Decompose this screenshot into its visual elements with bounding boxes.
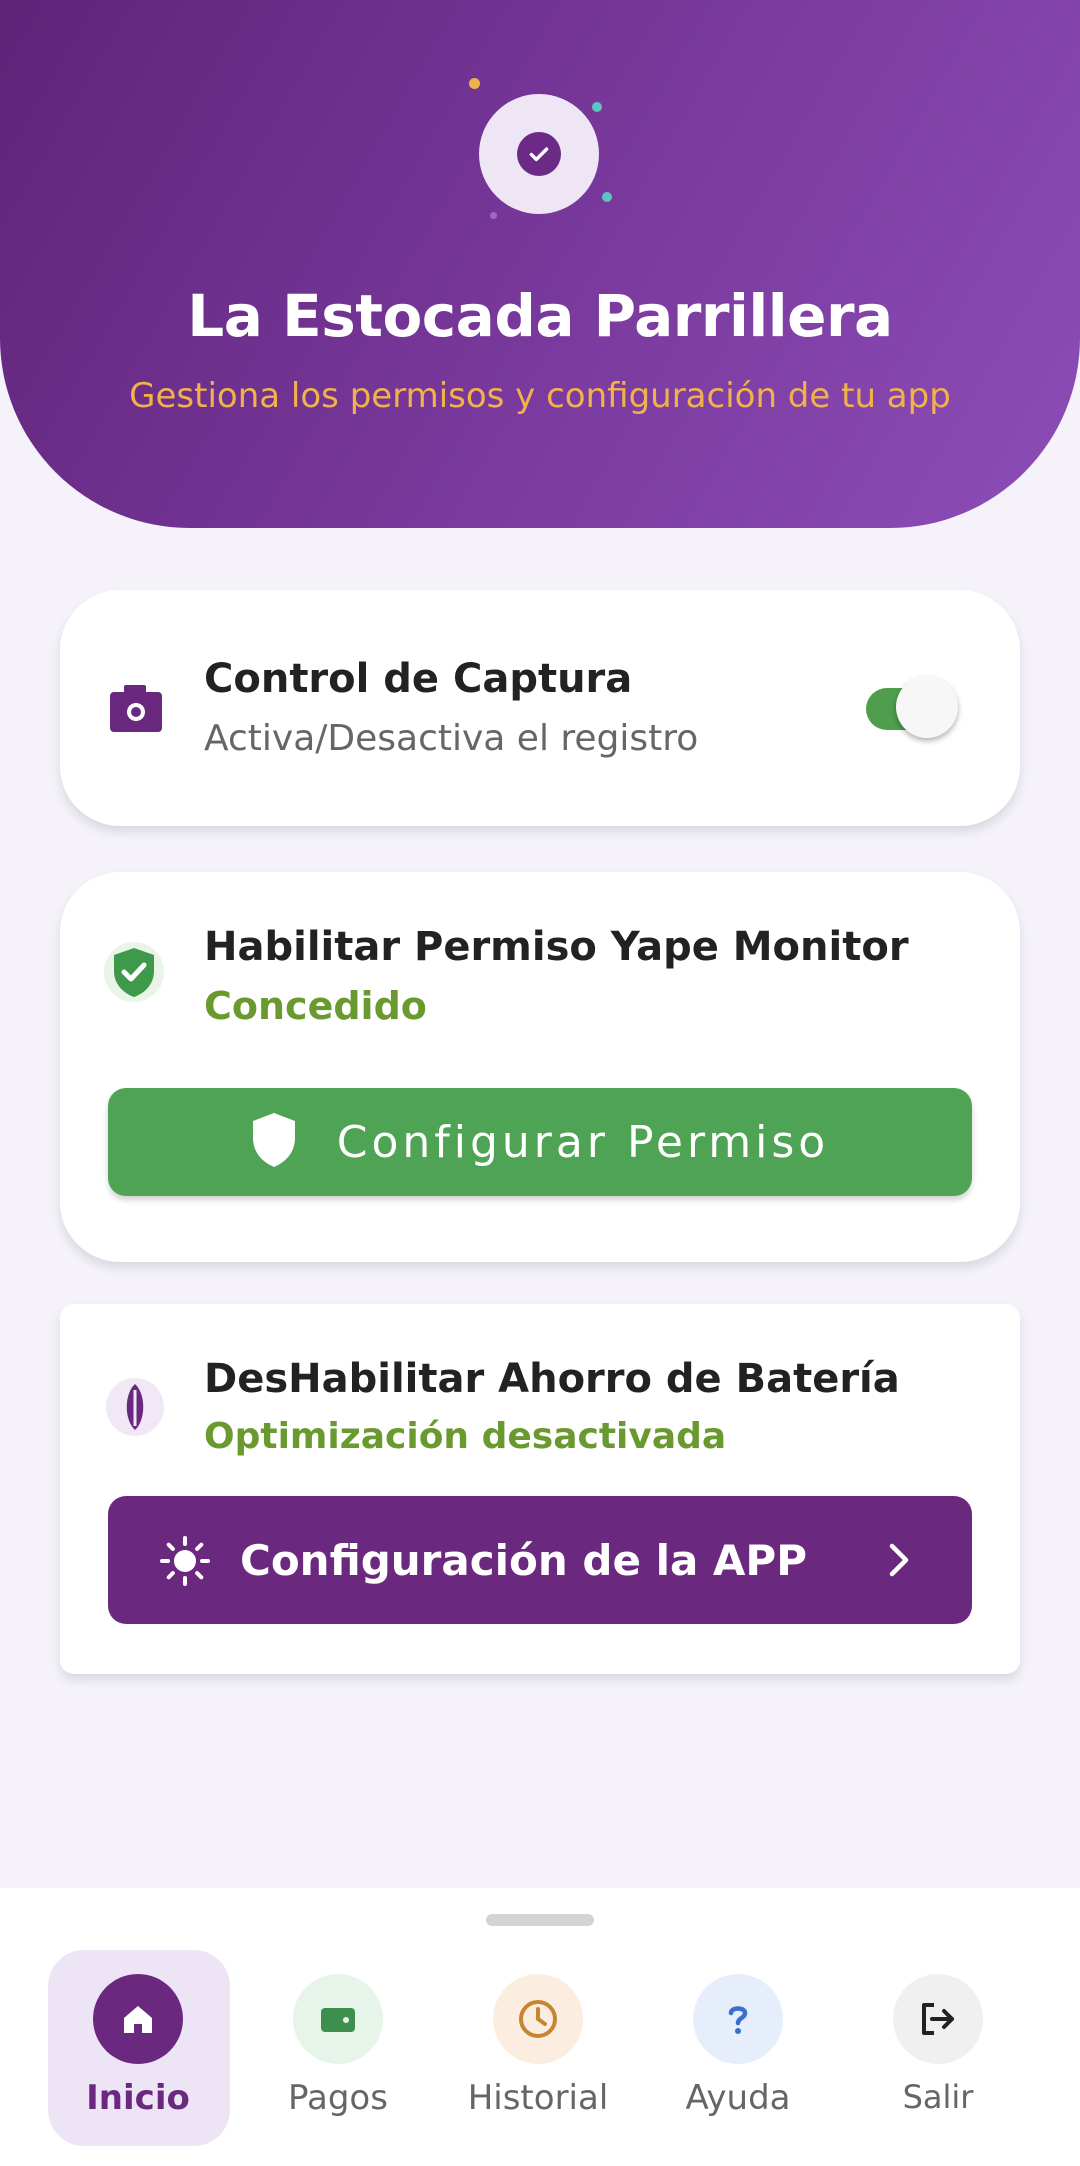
- app-subtitle: Gestiona los permisos y configuración de…: [129, 376, 951, 416]
- permission-title: Habilitar Permiso Yape Monitor: [204, 924, 909, 970]
- capture-subtitle: Activa/Desactiva el registro: [204, 718, 699, 759]
- nav-item-inicio[interactable]: Inicio: [48, 1974, 228, 2118]
- capture-control-card: Control de Captura Activa/Desactiva el r…: [60, 590, 1020, 826]
- configure-permission-button[interactable]: Configurar Permiso: [108, 1088, 972, 1196]
- battery-status: Optimización desactivada: [204, 1416, 727, 1457]
- configure-permission-label: Configurar Permiso: [336, 1116, 830, 1168]
- nav-label-historial: Historial: [467, 2078, 609, 2118]
- drag-handle[interactable]: [486, 1914, 594, 1926]
- battery-card: DesHabilitar Ahorro de Batería Optimizac…: [60, 1304, 1020, 1674]
- nav-item-pagos[interactable]: Pagos: [248, 1974, 428, 2118]
- chevron-right-icon: [884, 1540, 914, 1584]
- nav-item-ayuda[interactable]: Ayuda: [648, 1974, 828, 2118]
- app-title: La Estocada Parrillera: [187, 282, 893, 350]
- bottom-navigation: Inicio Pagos Historial Ayuda Salir: [0, 1888, 1080, 2166]
- nav-item-historial[interactable]: Historial: [448, 1974, 628, 2118]
- capture-title: Control de Captura: [204, 656, 633, 702]
- logout-icon: [893, 1974, 983, 2064]
- home-icon: [93, 1974, 183, 2064]
- wallet-icon: [293, 1974, 383, 2064]
- decor-dot: [490, 212, 497, 219]
- app-settings-button[interactable]: Configuración de la APP: [108, 1496, 972, 1624]
- nav-label-inicio: Inicio: [86, 2078, 190, 2118]
- shield-icon: [251, 1111, 297, 1173]
- app-header: La Estocada Parrillera Gestiona los perm…: [0, 0, 1080, 528]
- permission-card: Habilitar Permiso Yape Monitor Concedido…: [60, 872, 1020, 1262]
- check-badge-icon: [479, 94, 599, 214]
- nav-label-pagos: Pagos: [288, 2078, 388, 2118]
- sun-icon: [160, 1536, 210, 1590]
- app-settings-label: Configuración de la APP: [240, 1536, 807, 1585]
- decor-dot: [469, 78, 480, 89]
- permission-status: Concedido: [204, 984, 427, 1028]
- nav-item-salir[interactable]: Salir: [848, 1974, 1028, 2116]
- leaf-icon: [106, 1378, 164, 1440]
- decor-dot: [602, 192, 612, 202]
- capture-toggle-knob[interactable]: [896, 676, 958, 738]
- help-icon: [693, 1974, 783, 2064]
- decor-dot: [592, 102, 602, 112]
- nav-label-salir: Salir: [902, 2078, 974, 2116]
- battery-title: DesHabilitar Ahorro de Batería: [204, 1356, 900, 1402]
- shield-check-icon: [104, 940, 164, 1008]
- clock-icon: [493, 1974, 583, 2064]
- nav-label-ayuda: Ayuda: [685, 2078, 791, 2118]
- camera-icon: [108, 682, 164, 738]
